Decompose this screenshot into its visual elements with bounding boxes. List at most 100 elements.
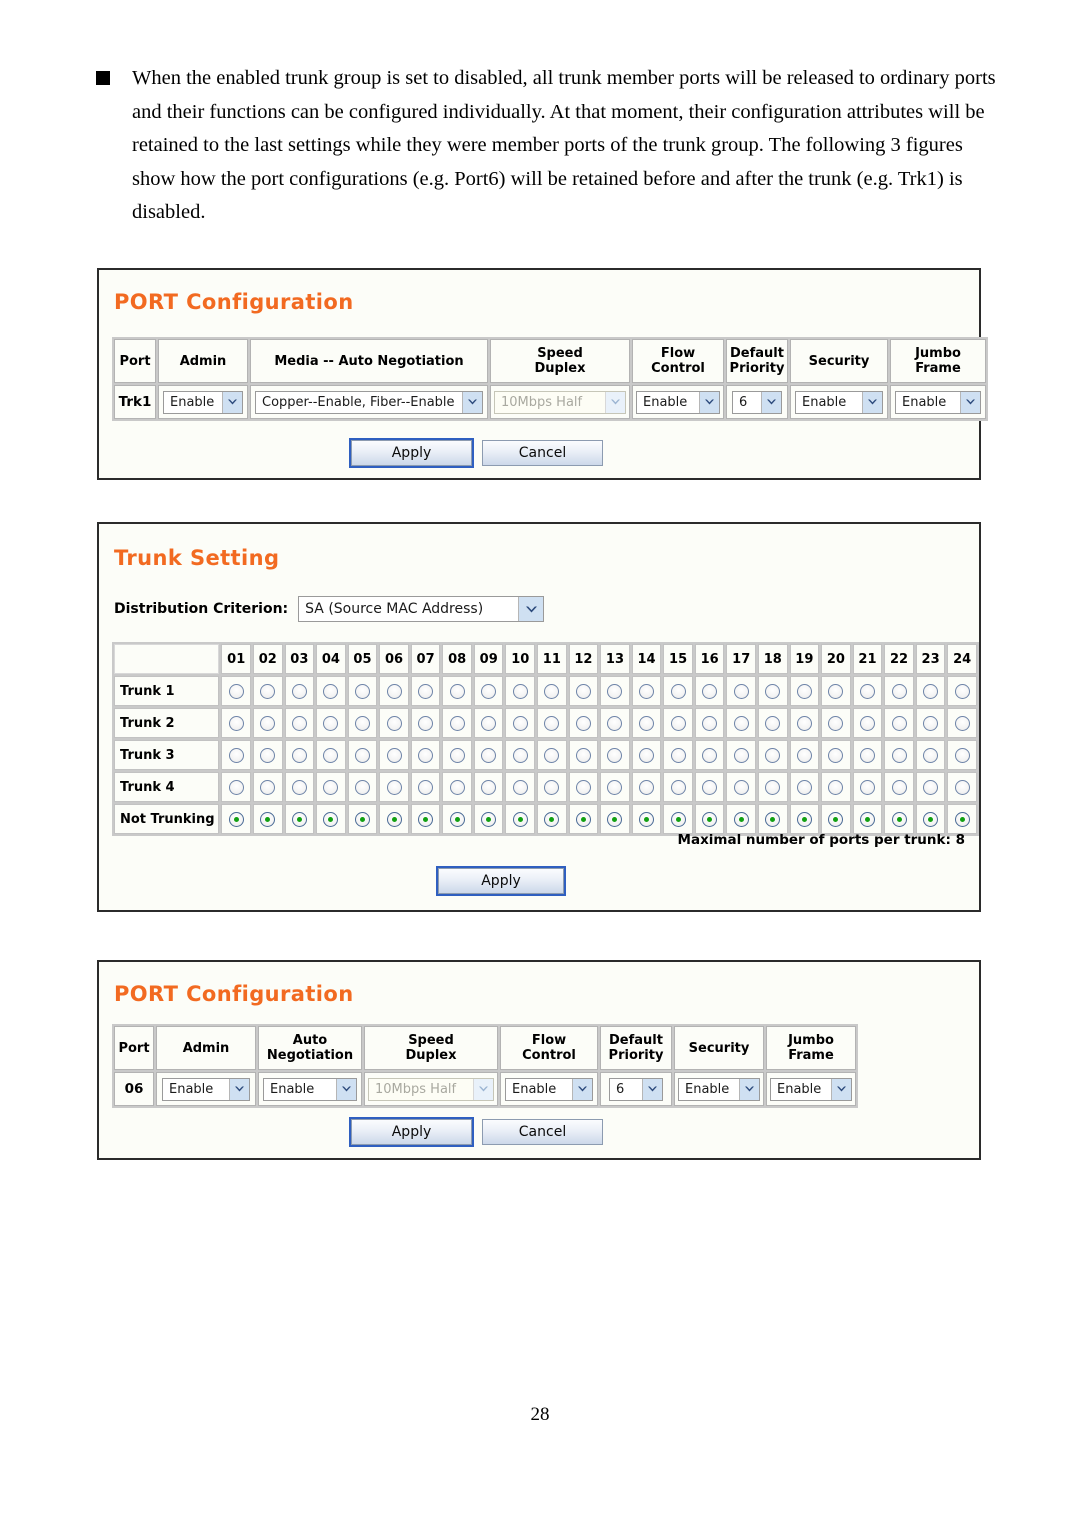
trunk-radio-cell-r1-p19[interactable] xyxy=(789,676,820,706)
trunk-radio-cell-r4-p10[interactable] xyxy=(505,772,536,802)
trunk-radio-cell-r3-p05[interactable] xyxy=(347,740,378,770)
trunk-radio-cell-r5-p01[interactable] xyxy=(221,804,251,834)
trunk-radio-unselected[interactable] xyxy=(796,747,812,763)
trunk-radio-selected[interactable] xyxy=(891,811,907,827)
trunk-radio-cell-r3-p19[interactable] xyxy=(789,740,820,770)
trunk-radio-cell-r2-p10[interactable] xyxy=(505,708,536,738)
trunk-radio-cell-r5-p08[interactable] xyxy=(442,804,472,834)
trunk-radio-cell-r3-p02[interactable] xyxy=(252,740,283,770)
trunk-radio-unselected[interactable] xyxy=(386,683,402,699)
trunk-radio-cell-r5-p04[interactable] xyxy=(316,804,346,834)
trunk-radio-cell-r3-p06[interactable] xyxy=(379,740,409,770)
trunk-radio-cell-r3-p23[interactable] xyxy=(915,740,946,770)
trunk-radio-selected[interactable] xyxy=(544,811,560,827)
trunk-radio-cell-r5-p14[interactable] xyxy=(631,804,662,834)
trunk-radio-selected[interactable] xyxy=(260,811,276,827)
trunk-radio-cell-r4-p15[interactable] xyxy=(663,772,693,802)
trunk-radio-unselected[interactable] xyxy=(260,715,276,731)
trunk-radio-unselected[interactable] xyxy=(954,683,970,699)
trunk-radio-cell-r4-p13[interactable] xyxy=(600,772,630,802)
trunk-radio-selected[interactable] xyxy=(481,811,497,827)
trunk-radio-cell-r1-p11[interactable] xyxy=(537,676,567,706)
trunk-radio-unselected[interactable] xyxy=(796,683,812,699)
panel3-flow-control-select[interactable]: Enable xyxy=(505,1077,593,1101)
trunk-radio-selected[interactable] xyxy=(449,811,465,827)
trunk-radio-cell-r3-p11[interactable] xyxy=(537,740,567,770)
trunk-radio-unselected[interactable] xyxy=(449,715,465,731)
trunk-radio-unselected[interactable] xyxy=(923,779,939,795)
trunk-radio-unselected[interactable] xyxy=(607,715,623,731)
trunk-radio-unselected[interactable] xyxy=(733,715,749,731)
trunk-radio-cell-r3-p24[interactable] xyxy=(947,740,977,770)
trunk-radio-cell-r5-p20[interactable] xyxy=(821,804,851,834)
trunk-radio-unselected[interactable] xyxy=(670,683,686,699)
trunk-radio-cell-r2-p07[interactable] xyxy=(410,708,441,738)
trunk-radio-selected[interactable] xyxy=(639,811,655,827)
trunk-radio-unselected[interactable] xyxy=(260,747,276,763)
panel3-security-select[interactable]: Enable xyxy=(678,1077,760,1101)
trunk-radio-cell-r4-p03[interactable] xyxy=(284,772,315,802)
trunk-radio-cell-r5-p02[interactable] xyxy=(252,804,283,834)
panel1-cancel-button[interactable]: Cancel xyxy=(482,440,603,466)
trunk-radio-selected[interactable] xyxy=(512,811,528,827)
trunk-radio-unselected[interactable] xyxy=(702,715,718,731)
trunk-radio-cell-r5-p22[interactable] xyxy=(884,804,914,834)
panel1-default-priority-select[interactable]: 6 xyxy=(732,390,782,414)
trunk-radio-unselected[interactable] xyxy=(670,715,686,731)
trunk-radio-cell-r2-p12[interactable] xyxy=(568,708,599,738)
trunk-radio-cell-r2-p19[interactable] xyxy=(789,708,820,738)
trunk-radio-cell-r1-p24[interactable] xyxy=(947,676,977,706)
trunk-radio-cell-r5-p05[interactable] xyxy=(347,804,378,834)
trunk-radio-cell-r5-p21[interactable] xyxy=(852,804,883,834)
trunk-radio-cell-r3-p01[interactable] xyxy=(221,740,251,770)
trunk-radio-unselected[interactable] xyxy=(228,779,244,795)
trunk-radio-unselected[interactable] xyxy=(639,779,655,795)
trunk-radio-unselected[interactable] xyxy=(923,715,939,731)
trunk-radio-cell-r3-p14[interactable] xyxy=(631,740,662,770)
trunk-radio-cell-r1-p13[interactable] xyxy=(600,676,630,706)
trunk-radio-cell-r5-p12[interactable] xyxy=(568,804,599,834)
trunk-radio-cell-r2-p01[interactable] xyxy=(221,708,251,738)
trunk-radio-unselected[interactable] xyxy=(828,779,844,795)
trunk-radio-unselected[interactable] xyxy=(418,779,434,795)
trunk-radio-cell-r4-p01[interactable] xyxy=(221,772,251,802)
trunk-radio-unselected[interactable] xyxy=(228,715,244,731)
trunk-radio-cell-r3-p16[interactable] xyxy=(694,740,725,770)
trunk-radio-cell-r2-p09[interactable] xyxy=(473,708,504,738)
trunk-radio-unselected[interactable] xyxy=(481,747,497,763)
trunk-radio-unselected[interactable] xyxy=(449,683,465,699)
trunk-radio-cell-r3-p15[interactable] xyxy=(663,740,693,770)
trunk-radio-selected[interactable] xyxy=(607,811,623,827)
trunk-radio-selected[interactable] xyxy=(796,811,812,827)
trunk-radio-unselected[interactable] xyxy=(639,715,655,731)
trunk-radio-cell-r2-p06[interactable] xyxy=(379,708,409,738)
trunk-radio-unselected[interactable] xyxy=(923,747,939,763)
trunk-radio-cell-r1-p23[interactable] xyxy=(915,676,946,706)
trunk-radio-unselected[interactable] xyxy=(418,747,434,763)
trunk-radio-cell-r2-p24[interactable] xyxy=(947,708,977,738)
panel3-speed-duplex-select[interactable]: 10Mbps Half xyxy=(368,1077,494,1101)
trunk-radio-unselected[interactable] xyxy=(418,715,434,731)
trunk-radio-unselected[interactable] xyxy=(575,683,591,699)
trunk-radio-cell-r4-p07[interactable] xyxy=(410,772,441,802)
trunk-radio-cell-r5-p24[interactable] xyxy=(947,804,977,834)
trunk-radio-unselected[interactable] xyxy=(323,747,339,763)
trunk-radio-unselected[interactable] xyxy=(481,715,497,731)
trunk-radio-unselected[interactable] xyxy=(260,683,276,699)
trunk-radio-unselected[interactable] xyxy=(575,779,591,795)
trunk-radio-cell-r4-p18[interactable] xyxy=(757,772,788,802)
trunk-radio-cell-r2-p18[interactable] xyxy=(757,708,788,738)
trunk-radio-cell-r3-p03[interactable] xyxy=(284,740,315,770)
trunk-radio-unselected[interactable] xyxy=(859,747,875,763)
trunk-radio-unselected[interactable] xyxy=(512,683,528,699)
trunk-radio-cell-r2-p22[interactable] xyxy=(884,708,914,738)
trunk-radio-unselected[interactable] xyxy=(639,747,655,763)
trunk-radio-unselected[interactable] xyxy=(733,747,749,763)
trunk-radio-unselected[interactable] xyxy=(954,779,970,795)
trunk-radio-cell-r1-p15[interactable] xyxy=(663,676,693,706)
panel3-apply-button[interactable]: Apply xyxy=(349,1117,474,1147)
trunk-radio-cell-r4-p09[interactable] xyxy=(473,772,504,802)
trunk-radio-cell-r1-p22[interactable] xyxy=(884,676,914,706)
trunk-radio-cell-r4-p22[interactable] xyxy=(884,772,914,802)
trunk-radio-unselected[interactable] xyxy=(796,715,812,731)
